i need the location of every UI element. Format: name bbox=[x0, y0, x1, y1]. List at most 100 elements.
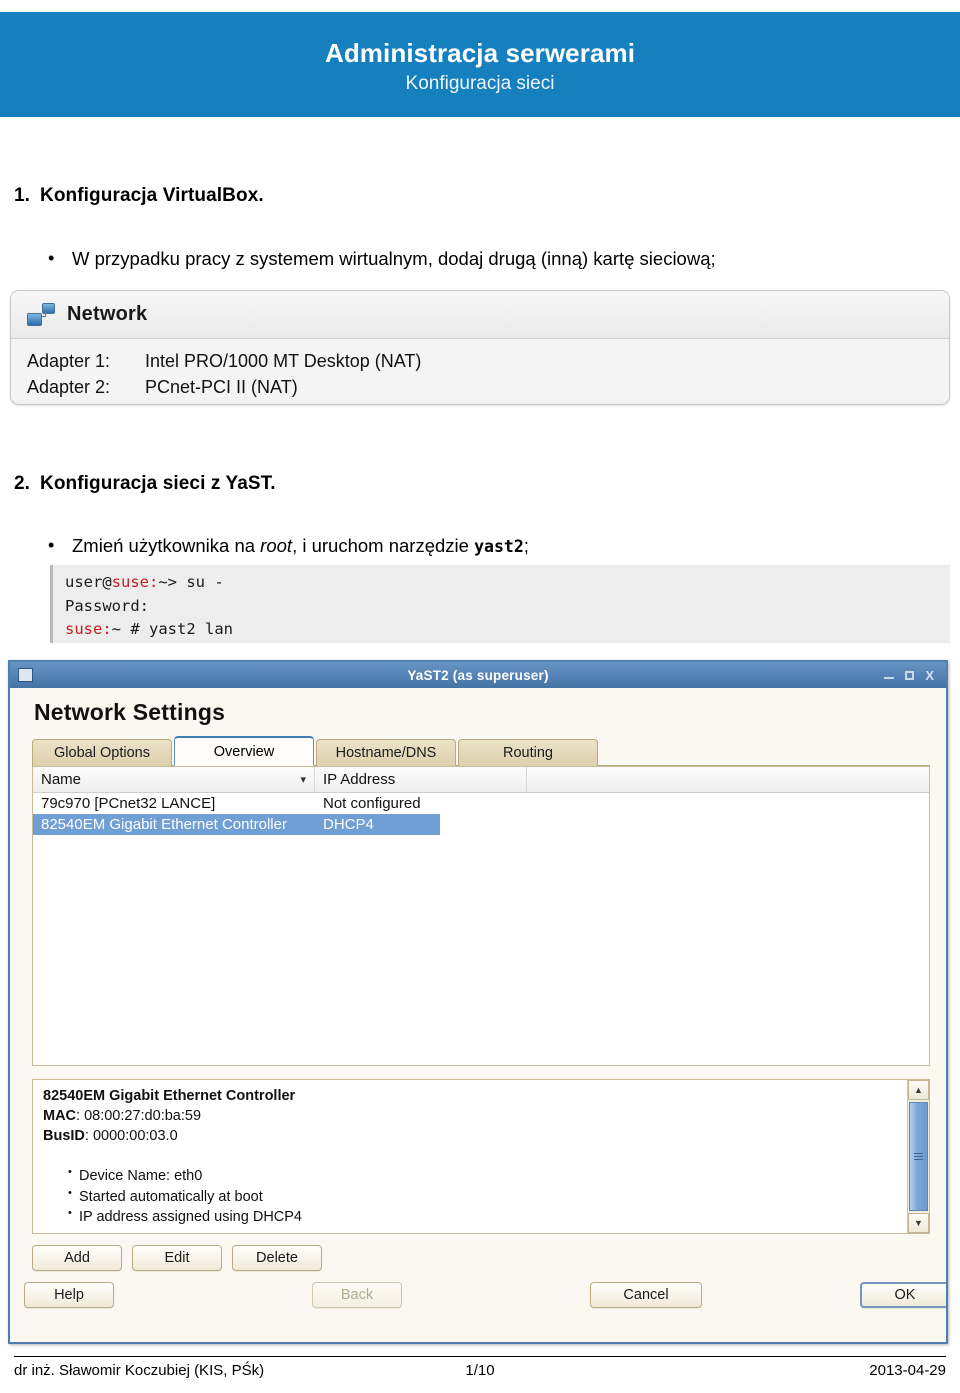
tab-global-options-label: Global Options bbox=[54, 745, 150, 761]
device-busid-label: BusID bbox=[43, 1128, 85, 1144]
section-2-bullet-code: yast2 bbox=[474, 537, 524, 556]
section-1-number: 1. bbox=[14, 185, 31, 206]
scroll-up-icon[interactable]: ▲ bbox=[908, 1080, 929, 1100]
add-button-label: Add bbox=[64, 1250, 90, 1266]
table-header-row: Name ▾ IP Address bbox=[33, 767, 929, 793]
window-controls: X bbox=[884, 669, 940, 682]
virtualbox-network-panel: Network Adapter 1: Intel PRO/1000 MT Des… bbox=[10, 290, 950, 405]
edit-button[interactable]: Edit bbox=[132, 1245, 222, 1271]
network-icon bbox=[27, 302, 55, 328]
device-mac-value: : 08:00:27:d0:ba:59 bbox=[76, 1108, 202, 1124]
terminal-line-1: user@suse:~> su - bbox=[65, 571, 950, 595]
tab-global-options[interactable]: Global Options bbox=[32, 739, 172, 766]
minimize-icon[interactable] bbox=[884, 671, 895, 679]
list-item: Started automatically at boot bbox=[68, 1186, 907, 1208]
section-2-bullet-text-a: Zmień użytkownika na bbox=[72, 535, 261, 556]
page-footer: dr inż. Sławomir Koczubiej (KIS, PŚk) 1/… bbox=[14, 1356, 946, 1379]
section-2-number: 2. bbox=[14, 473, 31, 494]
terminal-line-2: Password: bbox=[65, 596, 149, 615]
yast2-title-bar[interactable]: YaST2 (as superuser) X bbox=[10, 662, 946, 688]
column-header-name[interactable]: Name ▾ bbox=[33, 767, 315, 792]
device-ip-cell: DHCP4 bbox=[323, 816, 374, 833]
document-page: Administracja serwerami Konfiguracja sie… bbox=[0, 0, 960, 1393]
list-item: Adapter 1: Intel PRO/1000 MT Desktop (NA… bbox=[27, 348, 949, 374]
yast2-content: Network Settings Global Options Overview… bbox=[10, 688, 946, 1310]
adapter-2-value: PCnet-PCI II (NAT) bbox=[145, 377, 298, 398]
device-mac-label: MAC bbox=[43, 1108, 77, 1124]
virtualbox-network-panel-header: Network bbox=[11, 291, 949, 339]
cancel-button[interactable]: Cancel bbox=[590, 1282, 702, 1308]
scrollbar-grip-icon bbox=[914, 1153, 923, 1160]
column-header-ip-address[interactable]: IP Address bbox=[315, 767, 527, 792]
help-button[interactable]: Help bbox=[24, 1282, 114, 1308]
terminal-host-1: suse: bbox=[111, 573, 159, 591]
details-scrollbar[interactable]: ▲ ▼ bbox=[907, 1080, 929, 1233]
scrollbar-thumb[interactable] bbox=[909, 1102, 928, 1211]
device-busid-value: : 0000:00:03.0 bbox=[84, 1128, 178, 1144]
table-row[interactable]: 82540EM Gigabit Ethernet Controller DHCP… bbox=[33, 814, 440, 835]
tab-hostname-dns-label: Hostname/DNS bbox=[335, 745, 437, 761]
section-2-bullet-text-c: ; bbox=[523, 535, 529, 556]
section-2-bullets: Zmień użytkownika na root, i uruchom nar… bbox=[0, 532, 529, 560]
device-action-buttons: Add Edit Delete bbox=[24, 1245, 932, 1271]
add-button[interactable]: Add bbox=[32, 1245, 122, 1271]
footer-page-number: 1/10 bbox=[465, 1362, 495, 1379]
chevron-down-icon: ▾ bbox=[300, 774, 306, 786]
yast2-window-title: YaST2 (as superuser) bbox=[407, 667, 549, 683]
document-subtitle: Konfiguracja sieci bbox=[405, 72, 555, 94]
close-icon[interactable]: X bbox=[925, 669, 934, 682]
scroll-down-icon[interactable]: ▼ bbox=[908, 1213, 929, 1233]
list-item: W przypadku pracy z systemem wirtualnym,… bbox=[48, 245, 716, 273]
delete-button[interactable]: Delete bbox=[232, 1245, 322, 1271]
device-mac-row: MAC: 08:00:27:d0:ba:59 bbox=[43, 1106, 907, 1126]
scrollbar-track[interactable] bbox=[908, 1100, 929, 1213]
device-name-cell: 82540EM Gigabit Ethernet Controller bbox=[41, 816, 287, 833]
device-name-cell: 79c970 [PCnet32 LANCE] bbox=[41, 795, 216, 812]
list-item: Device Name: eth0 bbox=[68, 1165, 907, 1187]
yast2-window: YaST2 (as superuser) X Network Settings … bbox=[8, 660, 948, 1344]
ok-button-label: OK bbox=[894, 1287, 916, 1303]
device-details-panel: 82540EM Gigabit Ethernet Controller MAC:… bbox=[32, 1079, 930, 1234]
tab-hostname-dns[interactable]: Hostname/DNS bbox=[316, 739, 456, 766]
virtualbox-network-panel-title: Network bbox=[67, 303, 148, 325]
table-row[interactable]: 79c970 [PCnet32 LANCE] Not configured bbox=[33, 793, 929, 814]
tab-overview-label: Overview bbox=[213, 743, 275, 760]
maximize-icon[interactable] bbox=[905, 670, 915, 680]
section-1-title: Konfiguracja VirtualBox. bbox=[40, 185, 264, 206]
device-busid-row: BusID: 0000:00:03.0 bbox=[43, 1126, 907, 1146]
device-details-title: 82540EM Gigabit Ethernet Controller bbox=[43, 1088, 296, 1104]
ok-button[interactable]: OK bbox=[860, 1282, 946, 1308]
adapter-1-label: Adapter 1: bbox=[27, 351, 111, 371]
network-devices-table[interactable]: Name ▾ IP Address 79c970 [PCnet32 LANCE]… bbox=[32, 766, 930, 1066]
section-1-bullet-text: W przypadku pracy z systemem wirtualnym,… bbox=[72, 248, 716, 269]
list-item: Adapter 2: PCnet-PCI II (NAT) bbox=[27, 374, 949, 400]
document-header-banner: Administracja serwerami Konfiguracja sie… bbox=[0, 12, 960, 117]
terminal-user: user@ bbox=[65, 573, 112, 591]
tab-routing[interactable]: Routing bbox=[458, 739, 598, 766]
tab-routing-label: Routing bbox=[503, 745, 553, 761]
tab-overview[interactable]: Overview bbox=[174, 736, 314, 766]
edit-button-label: Edit bbox=[164, 1250, 190, 1266]
window-menu-icon[interactable] bbox=[18, 668, 33, 682]
device-ip-cell: Not configured bbox=[323, 795, 421, 812]
terminal-cmd-2: ~ # yast2 lan bbox=[111, 620, 233, 639]
terminal-code-block: user@suse:~> su - Password: suse:~ # yas… bbox=[50, 565, 950, 643]
document-title: Administracja serwerami bbox=[324, 37, 636, 68]
device-properties-list: Device Name: eth0 Started automatically … bbox=[43, 1165, 907, 1228]
section-2-title: Konfiguracja sieci z YaST. bbox=[40, 473, 276, 494]
section-2-bullet-italic: root bbox=[260, 535, 293, 556]
section-1-bullets: W przypadku pracy z systemem wirtualnym,… bbox=[0, 245, 716, 273]
adapter-2-label: Adapter 2: bbox=[27, 377, 111, 398]
back-button-label: Back bbox=[340, 1287, 374, 1303]
tab-bar: Global Options Overview Hostname/DNS Rou… bbox=[24, 736, 932, 766]
page-title: Network Settings bbox=[34, 699, 226, 725]
section-2-bullet-text-b: , i uruchom narzędzie bbox=[292, 535, 475, 556]
column-header-name-label: Name bbox=[41, 771, 82, 788]
terminal-cmd-1: ~> su - bbox=[158, 573, 224, 591]
back-button: Back bbox=[312, 1282, 402, 1308]
help-button-label: Help bbox=[54, 1287, 84, 1303]
terminal-host-2: suse: bbox=[65, 620, 112, 639]
terminal-line-3: suse:~ # yast2 lan bbox=[65, 618, 950, 642]
dialog-footer-buttons: Help Back Cancel OK bbox=[24, 1280, 946, 1310]
column-header-ip-address-label: IP Address bbox=[323, 771, 396, 788]
